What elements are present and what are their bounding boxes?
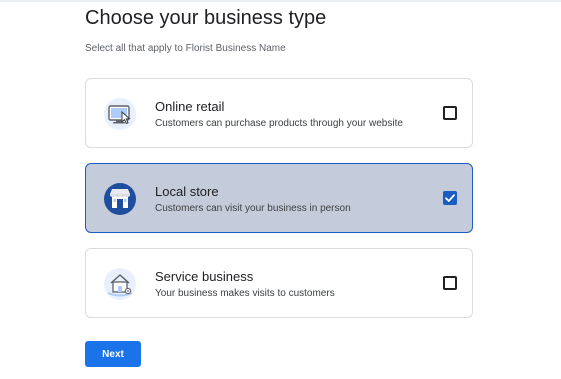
local-store-checkbox[interactable] (443, 191, 457, 205)
online-retail-icon (103, 97, 137, 131)
option-description: Customers can visit your business in per… (155, 203, 351, 214)
page-title: Choose your business type (85, 7, 327, 29)
check-icon (445, 194, 455, 202)
online-retail-checkbox[interactable] (443, 106, 457, 120)
top-divider (0, 0, 561, 2)
option-description: Customers can purchase products through … (155, 118, 403, 129)
option-title: Service business (155, 269, 254, 284)
business-type-page: Choose your business type Select all tha… (0, 0, 561, 379)
option-local-store[interactable]: Local store Customers can visit your bus… (85, 163, 473, 233)
option-title: Local store (155, 184, 219, 199)
option-service-business[interactable]: Service business Your business makes vis… (85, 248, 473, 318)
local-store-icon (103, 182, 137, 216)
service-business-checkbox[interactable] (443, 276, 457, 290)
next-button[interactable]: Next (85, 341, 141, 367)
service-business-icon (103, 267, 137, 301)
page-subtitle: Select all that apply to Florist Busines… (85, 43, 286, 54)
option-description: Your business makes visits to customers (155, 288, 335, 299)
option-title: Online retail (155, 99, 225, 114)
option-online-retail[interactable]: Online retail Customers can purchase pro… (85, 78, 473, 148)
